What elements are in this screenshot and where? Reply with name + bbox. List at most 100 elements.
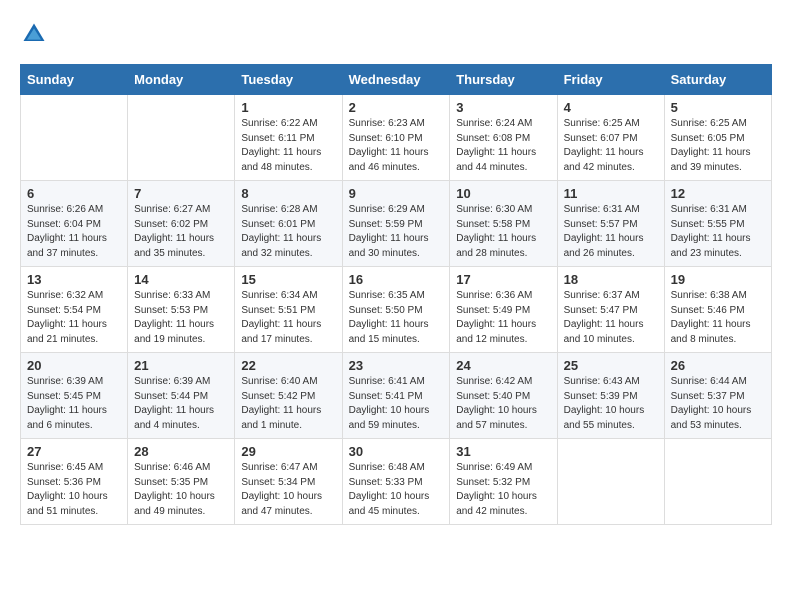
weekday-header: Thursday (450, 65, 557, 95)
day-number: 9 (349, 186, 444, 201)
calendar-cell: 6 Sunrise: 6:26 AMSunset: 6:04 PMDaylight… (21, 181, 128, 267)
weekday-header: Friday (557, 65, 664, 95)
day-number: 5 (671, 100, 765, 115)
day-info: Sunrise: 6:26 AMSunset: 6:04 PMDaylight:… (27, 203, 121, 261)
day-number: 16 (349, 272, 444, 287)
day-info: Sunrise: 6:40 AMSunset: 5:42 PMDaylight:… (241, 375, 335, 433)
calendar-cell: 7 Sunrise: 6:27 AMSunset: 6:02 PMDaylight… (128, 181, 235, 267)
calendar-cell: 30 Sunrise: 6:48 AMSunset: 5:33 PMDayligh… (342, 439, 450, 525)
day-number: 27 (27, 444, 121, 459)
day-number: 18 (564, 272, 658, 287)
day-number: 11 (564, 186, 658, 201)
calendar-cell: 20Sunrise: 6:39 AMSunset: 5:45 PMDayligh… (21, 353, 128, 439)
day-number: 28 (134, 444, 228, 459)
day-number: 2 (349, 100, 444, 115)
day-number: 31 (456, 444, 550, 459)
day-number: 23 (349, 358, 444, 373)
calendar-week-row: 20Sunrise: 6:39 AMSunset: 5:45 PMDayligh… (21, 353, 772, 439)
day-info: Sunrise: 6:22 AMSunset: 6:11 PMDaylight:… (241, 117, 335, 175)
day-info: Sunrise: 6:39 AMSunset: 5:44 PMDaylight:… (134, 375, 228, 433)
day-number: 7 (134, 186, 228, 201)
day-number: 15 (241, 272, 335, 287)
calendar-cell: 4Sunrise: 6:25 AMSunset: 6:07 PMDaylight… (557, 95, 664, 181)
day-info: Sunrise: 6:30 AMSunset: 5:58 PMDaylight:… (456, 203, 550, 261)
day-info: Sunrise: 6:31 AMSunset: 5:55 PMDaylight:… (671, 203, 765, 261)
weekday-header: Monday (128, 65, 235, 95)
day-info: Sunrise: 6:28 AMSunset: 6:01 PMDaylight:… (241, 203, 335, 261)
weekday-header: Tuesday (235, 65, 342, 95)
day-info: Sunrise: 6:37 AMSunset: 5:47 PMDaylight:… (564, 289, 658, 347)
day-number: 17 (456, 272, 550, 287)
day-info: Sunrise: 6:36 AMSunset: 5:49 PMDaylight:… (456, 289, 550, 347)
calendar-cell (128, 95, 235, 181)
calendar-cell (557, 439, 664, 525)
day-info: Sunrise: 6:32 AMSunset: 5:54 PMDaylight:… (27, 289, 121, 347)
day-number: 22 (241, 358, 335, 373)
day-number: 1 (241, 100, 335, 115)
day-number: 29 (241, 444, 335, 459)
calendar-table: SundayMondayTuesdayWednesdayThursdayFrid… (20, 64, 772, 525)
day-info: Sunrise: 6:35 AMSunset: 5:50 PMDaylight:… (349, 289, 444, 347)
weekday-header: Wednesday (342, 65, 450, 95)
day-number: 12 (671, 186, 765, 201)
day-info: Sunrise: 6:29 AMSunset: 5:59 PMDaylight:… (349, 203, 444, 261)
day-info: Sunrise: 6:47 AMSunset: 5:34 PMDaylight:… (241, 461, 335, 519)
calendar-cell: 29 Sunrise: 6:47 AMSunset: 5:34 PMDayligh… (235, 439, 342, 525)
calendar-cell: 12 Sunrise: 6:31 AMSunset: 5:55 PMDayligh… (664, 181, 771, 267)
day-info: Sunrise: 6:45 AMSunset: 5:36 PMDaylight:… (27, 461, 121, 519)
day-info: Sunrise: 6:34 AMSunset: 5:51 PMDaylight:… (241, 289, 335, 347)
day-number: 8 (241, 186, 335, 201)
calendar-cell: 3 Sunrise: 6:24 AMSunset: 6:08 PMDaylight… (450, 95, 557, 181)
calendar-cell: 14Sunrise: 6:33 AMSunset: 5:53 PMDayligh… (128, 267, 235, 353)
calendar-cell: 17 Sunrise: 6:36 AMSunset: 5:49 PMDayligh… (450, 267, 557, 353)
logo-icon (20, 20, 48, 48)
day-number: 4 (564, 100, 658, 115)
day-number: 13 (27, 272, 121, 287)
day-info: Sunrise: 6:25 AMSunset: 6:05 PMDaylight:… (671, 117, 765, 175)
calendar-cell: 23 Sunrise: 6:41 AMSunset: 5:41 PMDayligh… (342, 353, 450, 439)
calendar-cell: 11 Sunrise: 6:31 AMSunset: 5:57 PMDayligh… (557, 181, 664, 267)
calendar-cell: 5 Sunrise: 6:25 AMSunset: 6:05 PMDaylight… (664, 95, 771, 181)
day-number: 3 (456, 100, 550, 115)
calendar-week-row: 13 Sunrise: 6:32 AMSunset: 5:54 PMDayligh… (21, 267, 772, 353)
day-number: 10 (456, 186, 550, 201)
calendar-week-row: 6 Sunrise: 6:26 AMSunset: 6:04 PMDaylight… (21, 181, 772, 267)
day-info: Sunrise: 6:38 AMSunset: 5:46 PMDaylight:… (671, 289, 765, 347)
weekday-header: Sunday (21, 65, 128, 95)
day-info: Sunrise: 6:43 AMSunset: 5:39 PMDaylight:… (564, 375, 658, 433)
calendar-week-row: 27 Sunrise: 6:45 AMSunset: 5:36 PMDayligh… (21, 439, 772, 525)
calendar-cell: 10 Sunrise: 6:30 AMSunset: 5:58 PMDayligh… (450, 181, 557, 267)
calendar-cell: 28 Sunrise: 6:46 AMSunset: 5:35 PMDayligh… (128, 439, 235, 525)
day-number: 24 (456, 358, 550, 373)
day-info: Sunrise: 6:41 AMSunset: 5:41 PMDaylight:… (349, 375, 444, 433)
calendar-header-row: SundayMondayTuesdayWednesdayThursdayFrid… (21, 65, 772, 95)
page-header (20, 20, 772, 48)
day-number: 25 (564, 358, 658, 373)
day-number: 21 (134, 358, 228, 373)
calendar-cell (21, 95, 128, 181)
day-info: Sunrise: 6:48 AMSunset: 5:33 PMDaylight:… (349, 461, 444, 519)
calendar-cell: 13 Sunrise: 6:32 AMSunset: 5:54 PMDayligh… (21, 267, 128, 353)
day-info: Sunrise: 6:49 AMSunset: 5:32 PMDaylight:… (456, 461, 550, 519)
calendar-cell (664, 439, 771, 525)
calendar-cell: 16 Sunrise: 6:35 AMSunset: 5:50 PMDayligh… (342, 267, 450, 353)
calendar-cell: 9 Sunrise: 6:29 AMSunset: 5:59 PMDaylight… (342, 181, 450, 267)
day-info: Sunrise: 6:46 AMSunset: 5:35 PMDaylight:… (134, 461, 228, 519)
calendar-cell: 18 Sunrise: 6:37 AMSunset: 5:47 PMDayligh… (557, 267, 664, 353)
day-info: Sunrise: 6:31 AMSunset: 5:57 PMDaylight:… (564, 203, 658, 261)
day-info: Sunrise: 6:27 AMSunset: 6:02 PMDaylight:… (134, 203, 228, 261)
logo (20, 20, 52, 48)
day-info: Sunrise: 6:42 AMSunset: 5:40 PMDaylight:… (456, 375, 550, 433)
day-number: 6 (27, 186, 121, 201)
day-info: Sunrise: 6:24 AMSunset: 6:08 PMDaylight:… (456, 117, 550, 175)
weekday-header: Saturday (664, 65, 771, 95)
calendar-cell: 22 Sunrise: 6:40 AMSunset: 5:42 PMDayligh… (235, 353, 342, 439)
day-number: 14 (134, 272, 228, 287)
day-info: Sunrise: 6:44 AMSunset: 5:37 PMDaylight:… (671, 375, 765, 433)
calendar-cell: 1 Sunrise: 6:22 AMSunset: 6:11 PMDaylight… (235, 95, 342, 181)
calendar-week-row: 1 Sunrise: 6:22 AMSunset: 6:11 PMDaylight… (21, 95, 772, 181)
day-number: 30 (349, 444, 444, 459)
day-number: 19 (671, 272, 765, 287)
calendar-cell: 25 Sunrise: 6:43 AMSunset: 5:39 PMDayligh… (557, 353, 664, 439)
calendar-cell: 27 Sunrise: 6:45 AMSunset: 5:36 PMDayligh… (21, 439, 128, 525)
